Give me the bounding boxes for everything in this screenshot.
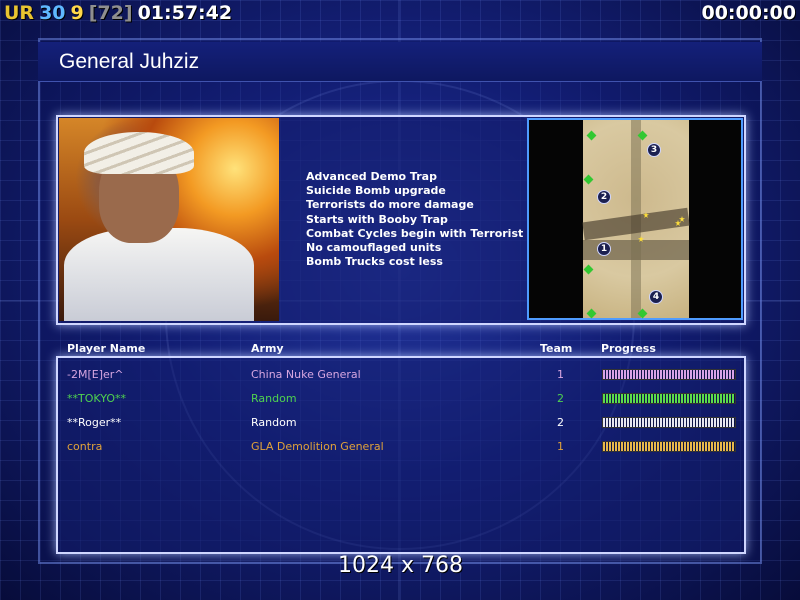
player-name: contra	[67, 440, 103, 453]
hud-stats: UR 30 9 [72] 01:57:42	[4, 2, 237, 24]
portrait-robe	[64, 228, 254, 321]
header-army: Army	[251, 342, 284, 355]
start-position-marker-3: 3	[647, 143, 661, 157]
supply-icon	[586, 130, 597, 141]
feature-item: Advanced Demo Trap	[306, 170, 437, 183]
player-team: 1	[557, 368, 564, 381]
table-row: -2M[E]er^ China Nuke General 1	[0, 366, 800, 384]
header-progress: Progress	[601, 342, 656, 355]
general-title: General Juhziz	[59, 50, 200, 73]
progress-bar	[602, 441, 736, 452]
start-position-marker-2: 2	[597, 190, 611, 204]
feature-item: Terrorists do more damage	[306, 198, 474, 212]
progress-bar	[602, 393, 736, 404]
supply-icon	[586, 308, 597, 319]
supply-icon	[583, 174, 594, 185]
player-team: 2	[557, 416, 564, 429]
player-name: **TOKYO**	[67, 392, 126, 405]
header-team: Team	[540, 342, 573, 355]
table-row: **Roger** Random 2	[0, 414, 800, 432]
general-features-list: Advanced Demo Trap Suicide Bomb upgrade …	[306, 170, 523, 269]
feature-item: Suicide Bomb upgrade	[306, 184, 446, 198]
hud-bracket-count: [72]	[88, 2, 133, 24]
player-army: Random	[251, 392, 297, 405]
player-name: **Roger**	[67, 416, 122, 429]
feature-item: Combat Cycles begin with Terrorist	[306, 226, 524, 240]
hud-timer: 00:00:00	[701, 2, 796, 24]
player-team: 1	[557, 440, 564, 453]
hud-player-count: 30	[39, 2, 66, 24]
feature-item: No camouflaged units	[306, 241, 442, 255]
hud-game-count: 9	[70, 2, 84, 24]
general-portrait	[59, 118, 279, 321]
portrait-turban	[84, 132, 194, 174]
map-preview: 3 2 1 4	[582, 120, 690, 319]
resolution-label: 1024 x 768	[338, 553, 463, 578]
progress-bar	[602, 369, 736, 380]
player-army: China Nuke General	[251, 368, 361, 381]
supply-icon	[583, 264, 594, 275]
start-position-marker-1: 1	[597, 242, 611, 256]
hud-clock: 01:57:42	[137, 2, 233, 24]
feature-item: Bomb Trucks cost less	[306, 255, 443, 269]
player-team: 2	[557, 392, 564, 405]
table-row: contra GLA Demolition General 1	[0, 438, 800, 456]
progress-bar	[602, 417, 736, 428]
start-position-marker-4: 4	[649, 290, 663, 304]
hud-ur-label: UR	[4, 2, 35, 24]
player-name: -2M[E]er^	[67, 368, 124, 381]
header-player-name: Player Name	[67, 342, 146, 355]
table-row: **TOKYO** Random 2	[0, 390, 800, 408]
feature-item: Starts with Booby Trap	[306, 212, 448, 226]
player-army: Random	[251, 416, 297, 429]
player-army: GLA Demolition General	[251, 440, 384, 453]
